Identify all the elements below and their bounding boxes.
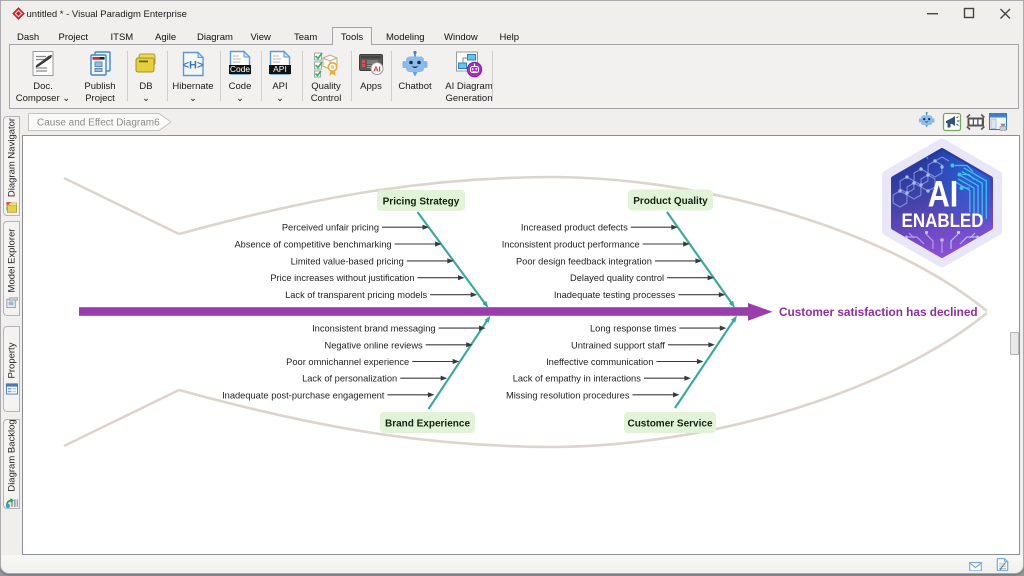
svg-text:Product Quality: Product Quality — [633, 196, 708, 207]
svg-text:API: API — [273, 64, 287, 74]
svg-text:ENABLED: ENABLED — [902, 211, 984, 232]
svg-text:Lack of transparent pricing mo: Lack of transparent pricing models — [285, 290, 427, 300]
svg-text:Perceived unfair pricing: Perceived unfair pricing — [282, 223, 379, 233]
svg-text:Customer Service: Customer Service — [627, 419, 712, 430]
svg-text:Pricing Strategy: Pricing Strategy — [383, 197, 460, 208]
svg-text:Untrained support staff: Untrained support staff — [571, 340, 665, 350]
svg-text:Long response times: Long response times — [590, 324, 677, 334]
svg-text:Delayed quality control: Delayed quality control — [570, 273, 664, 283]
svg-text:Missing resolution procedures: Missing resolution procedures — [506, 390, 630, 400]
svg-text:Cause and Effect Diagram6: Cause and Effect Diagram6 — [37, 118, 160, 129]
svg-text:Brand Experience: Brand Experience — [385, 419, 470, 430]
svg-text:Inadequate post-purchase engag: Inadequate post-purchase engagement — [222, 390, 385, 400]
svg-text:AI: AI — [928, 174, 959, 215]
svg-text:AI: AI — [373, 65, 381, 74]
svg-text:Inconsistent product performan: Inconsistent product performance — [502, 240, 640, 250]
svg-text:Limited value-based pricing: Limited value-based pricing — [291, 256, 404, 266]
svg-text:Poor design feedback integrati: Poor design feedback integration — [516, 256, 652, 266]
svg-text:Code: Code — [230, 64, 251, 74]
svg-text:Poor omnichannel experience: Poor omnichannel experience — [286, 357, 409, 367]
svg-text:Customer satisfaction has decl: Customer satisfaction has declined — [779, 305, 978, 319]
svg-text:Inadequate testing processes: Inadequate testing processes — [554, 290, 676, 300]
svg-text:Negative online reviews: Negative online reviews — [325, 340, 424, 350]
svg-text:Increased product defects: Increased product defects — [521, 223, 628, 233]
svg-text:Inconsistent brand messaging: Inconsistent brand messaging — [312, 324, 436, 334]
svg-text:Price increases without justif: Price increases without justification — [270, 273, 414, 283]
svg-text:Lack of empathy in interaction: Lack of empathy in interactions — [513, 374, 642, 384]
svg-text:Ineffective communication: Ineffective communication — [546, 357, 653, 367]
svg-text:Lack of personalization: Lack of personalization — [302, 374, 397, 384]
svg-text:<H>: <H> — [183, 60, 204, 72]
svg-text:Absence of competitive benchma: Absence of competitive benchmarking — [234, 240, 391, 250]
